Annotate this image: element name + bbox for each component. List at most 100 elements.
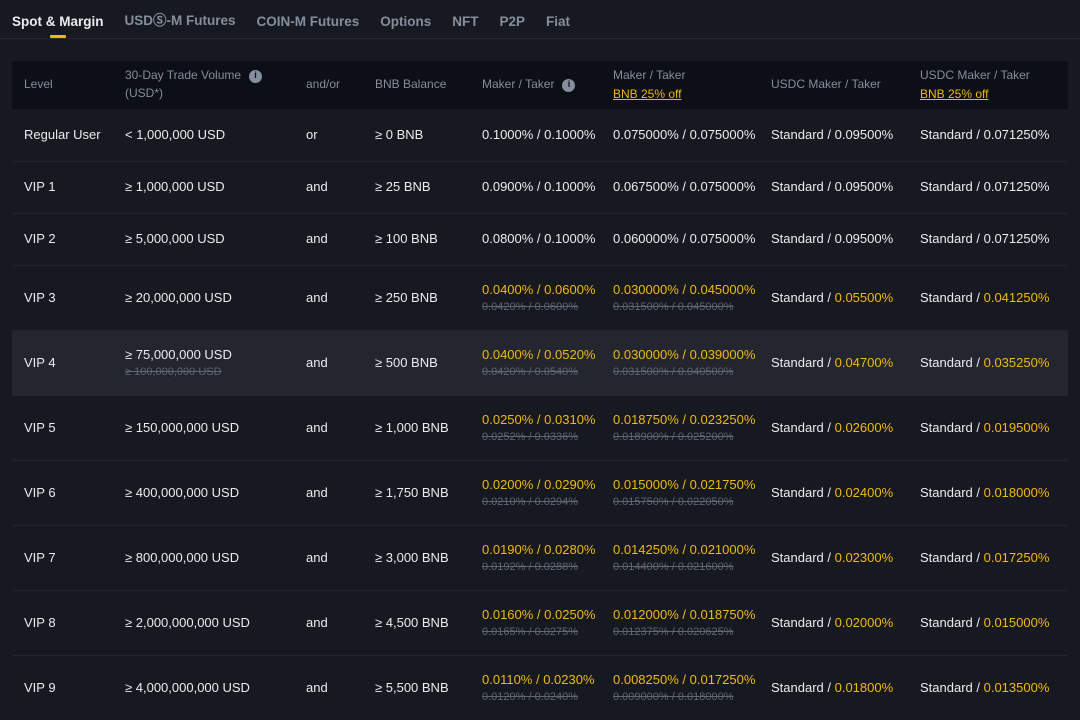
fee-row-vip-2[interactable]: VIP 2 ≥ 5,000,000 USD and ≥ 100 BNB 0.0800% … bbox=[12, 213, 1068, 265]
column-header-level: Level bbox=[24, 71, 125, 99]
column-label: and/or bbox=[306, 77, 341, 92]
usdc-maker-taker-bnb-value: 0.013500% bbox=[983, 679, 1050, 695]
usdc-maker-taker-bnb-text: Standard / 0.017250% bbox=[920, 550, 1058, 567]
volume-cell: ≥ 75,000,000 USD ≥ 100,000,000 USD bbox=[125, 347, 306, 379]
bnb-balance-value: ≥ 250 BNB bbox=[375, 289, 438, 305]
volume-cell: ≥ 150,000,000 USD bbox=[125, 420, 306, 437]
fee-row-vip-7[interactable]: VIP 7 ≥ 800,000,000 USD and ≥ 3,000 BNB 0.01… bbox=[12, 525, 1068, 590]
usdc-maker-taker-bnb-cell: Standard / 0.017250% bbox=[920, 550, 1068, 567]
fee-row-vip-4[interactable]: VIP 4 ≥ 75,000,000 USD ≥ 100,000,000 USD an… bbox=[12, 330, 1068, 395]
andor-value: and bbox=[306, 679, 328, 695]
volume-cell: ≥ 1,000,000 USD bbox=[125, 179, 306, 196]
andor-value: and bbox=[306, 179, 328, 195]
tab-p2p[interactable]: P2P bbox=[500, 14, 526, 38]
volume-cell: ≥ 2,000,000,000 USD bbox=[125, 615, 306, 632]
usdc-maker-taker-value: 0.02400% bbox=[834, 484, 894, 500]
bnb-balance-cell: ≥ 5,500 BNB bbox=[375, 680, 482, 697]
level-cell: VIP 7 bbox=[24, 550, 125, 567]
tab-usd-m-futures[interactable]: USDⓈ-M Futures bbox=[125, 9, 236, 38]
maker-taker-bnb-cell: 0.018750% / 0.023250% 0.018900% / 0.02520… bbox=[613, 412, 771, 444]
level-value: VIP 3 bbox=[24, 289, 56, 305]
bnb-balance-cell: ≥ 25 BNB bbox=[375, 179, 482, 196]
usdc-maker-taker-cell: Standard / 0.09500% bbox=[771, 231, 920, 248]
volume-cell: ≥ 800,000,000 USD bbox=[125, 550, 306, 567]
maker-taker-bnb-value: 0.008250% / 0.017250% bbox=[613, 671, 756, 687]
fee-row-vip-5[interactable]: VIP 5 ≥ 150,000,000 USD and ≥ 1,000 BNB 0.02… bbox=[12, 395, 1068, 460]
level-value: VIP 6 bbox=[24, 484, 56, 500]
volume-cell: ≥ 20,000,000 USD bbox=[125, 290, 306, 307]
tab-nft[interactable]: NFT bbox=[452, 14, 478, 38]
bnb-balance-value: ≥ 4,500 BNB bbox=[375, 614, 449, 630]
volume-value: ≥ 800,000,000 USD bbox=[125, 549, 240, 565]
column-header-line: Level bbox=[24, 77, 115, 93]
usdc-maker-taker-value: 0.05500% bbox=[834, 289, 894, 305]
usdc-maker-taker-bnb-text: Standard / 0.071250% bbox=[920, 179, 1058, 196]
level-cell: VIP 2 bbox=[24, 231, 125, 248]
maker-taker-value: 0.0110% / 0.0230% bbox=[482, 671, 595, 687]
usdc-maker-taker-bnb-text: Standard / 0.018000% bbox=[920, 485, 1058, 502]
bnb-balance-cell: ≥ 0 BNB bbox=[375, 127, 482, 144]
column-header-line: USDC Maker / Taker bbox=[920, 68, 1058, 84]
bnb-balance-value: ≥ 1,750 BNB bbox=[375, 484, 449, 500]
usdc-maker-taker-bnb-prefix: Standard / bbox=[920, 179, 984, 195]
bnb-balance-value: ≥ 500 BNB bbox=[375, 354, 438, 370]
maker-taker-value: 0.0160% / 0.0250% bbox=[482, 606, 596, 622]
volume-value: ≥ 2,000,000,000 USD bbox=[125, 614, 250, 630]
tab-label: NFT bbox=[452, 14, 479, 29]
andor-cell: and bbox=[306, 290, 375, 307]
usdc-maker-taker-bnb-prefix: Standard / bbox=[920, 614, 984, 630]
info-icon[interactable]: i bbox=[562, 78, 576, 92]
usdc-maker-taker-bnb-value: 0.041250% bbox=[983, 289, 1050, 305]
tab-coin-m-futures[interactable]: COIN-M Futures bbox=[257, 14, 360, 38]
tab-label: COIN-M Futures bbox=[256, 14, 360, 29]
usdc-maker-taker-cell: Standard / 0.01800% bbox=[771, 680, 920, 697]
maker-taker-cell: 0.0900% / 0.1000% bbox=[482, 179, 613, 196]
fee-row-vip-1[interactable]: VIP 1 ≥ 1,000,000 USD and ≥ 25 BNB 0.0900% /… bbox=[12, 161, 1068, 213]
usdc-maker-taker-bnb-cell: Standard / 0.019500% bbox=[920, 420, 1068, 437]
fee-category-tabs: Spot & Margin USDⓈ-M Futures COIN-M Future… bbox=[0, 0, 1080, 39]
info-icon[interactable]: i bbox=[249, 69, 263, 83]
andor-cell: and bbox=[306, 179, 375, 196]
usdc-maker-taker-prefix: Standard / bbox=[771, 419, 835, 435]
andor-value: and bbox=[306, 289, 328, 305]
maker-taker-cell: 0.0110% / 0.0230% 0.0120% / 0.0240% bbox=[482, 672, 613, 704]
usdc-maker-taker-bnb-cell: Standard / 0.071250% bbox=[920, 127, 1068, 144]
fee-row-regular-user[interactable]: Regular User < 1,000,000 USD or ≥ 0 BNB 0.10… bbox=[12, 109, 1068, 161]
level-value: VIP 9 bbox=[24, 679, 56, 695]
column-header-maker-taker-bnb: Maker / Taker BNB 25% off bbox=[613, 62, 771, 108]
tab-spot-margin[interactable]: Spot & Margin bbox=[12, 14, 104, 38]
usdc-maker-taker-bnb-text: Standard / 0.041250% bbox=[920, 290, 1058, 307]
level-cell: Regular User bbox=[24, 127, 125, 144]
column-label: Maker / Taker bbox=[613, 67, 686, 82]
fee-table: Level 30-Day Trade Volume i (USD*) and/or BNB… bbox=[12, 61, 1068, 720]
fee-row-vip-8[interactable]: VIP 8 ≥ 2,000,000,000 USD and ≥ 4,500 BNB 0.… bbox=[12, 590, 1068, 655]
column-header-line: 30-Day Trade Volume i bbox=[125, 68, 296, 84]
usdc-maker-taker-bnb-value: 0.071250% bbox=[983, 126, 1050, 142]
fee-row-vip-9[interactable]: VIP 9 ≥ 4,000,000,000 USD and ≥ 5,500 BNB 0.… bbox=[12, 655, 1068, 720]
andor-value: and bbox=[306, 354, 328, 370]
tab-options[interactable]: Options bbox=[380, 14, 431, 38]
maker-taker-bnb-value: 0.012000% / 0.018750% bbox=[613, 606, 756, 622]
bnb-balance-cell: ≥ 1,750 BNB bbox=[375, 485, 482, 502]
maker-taker-old-value: 0.0165% / 0.0275% bbox=[482, 625, 579, 638]
maker-taker-cell: 0.1000% / 0.1000% bbox=[482, 127, 613, 144]
andor-value: or bbox=[306, 126, 318, 142]
usdc-maker-taker-cell: Standard / 0.02400% bbox=[771, 485, 920, 502]
bnb-discount-link[interactable]: BNB 25% off bbox=[920, 87, 988, 103]
usdc-maker-taker-text: Standard / 0.05500% bbox=[771, 290, 910, 307]
fee-row-vip-3[interactable]: VIP 3 ≥ 20,000,000 USD and ≥ 250 BNB 0.0400%… bbox=[12, 265, 1068, 330]
maker-taker-bnb-value: 0.075000% / 0.075000% bbox=[613, 126, 756, 142]
usdc-maker-taker-value: 0.01800% bbox=[834, 679, 894, 695]
maker-taker-old-value: 0.0210% / 0.0294% bbox=[482, 495, 579, 508]
volume-value: ≥ 20,000,000 USD bbox=[125, 289, 232, 305]
tab-label: P2P bbox=[499, 14, 526, 29]
maker-taker-bnb-value: 0.030000% / 0.039000% bbox=[613, 346, 756, 362]
bnb-discount-link[interactable]: BNB 25% off bbox=[613, 87, 681, 103]
usdc-maker-taker-text: Standard / 0.02400% bbox=[771, 485, 910, 502]
bnb-balance-value: ≥ 25 BNB bbox=[375, 179, 431, 195]
fee-row-vip-6[interactable]: VIP 6 ≥ 400,000,000 USD and ≥ 1,750 BNB 0.02… bbox=[12, 460, 1068, 525]
level-value: VIP 2 bbox=[24, 231, 56, 247]
column-header-line: Maker / Taker bbox=[613, 68, 761, 84]
tab-fiat[interactable]: Fiat bbox=[546, 14, 570, 38]
usdc-maker-taker-value: 0.02000% bbox=[834, 614, 894, 630]
